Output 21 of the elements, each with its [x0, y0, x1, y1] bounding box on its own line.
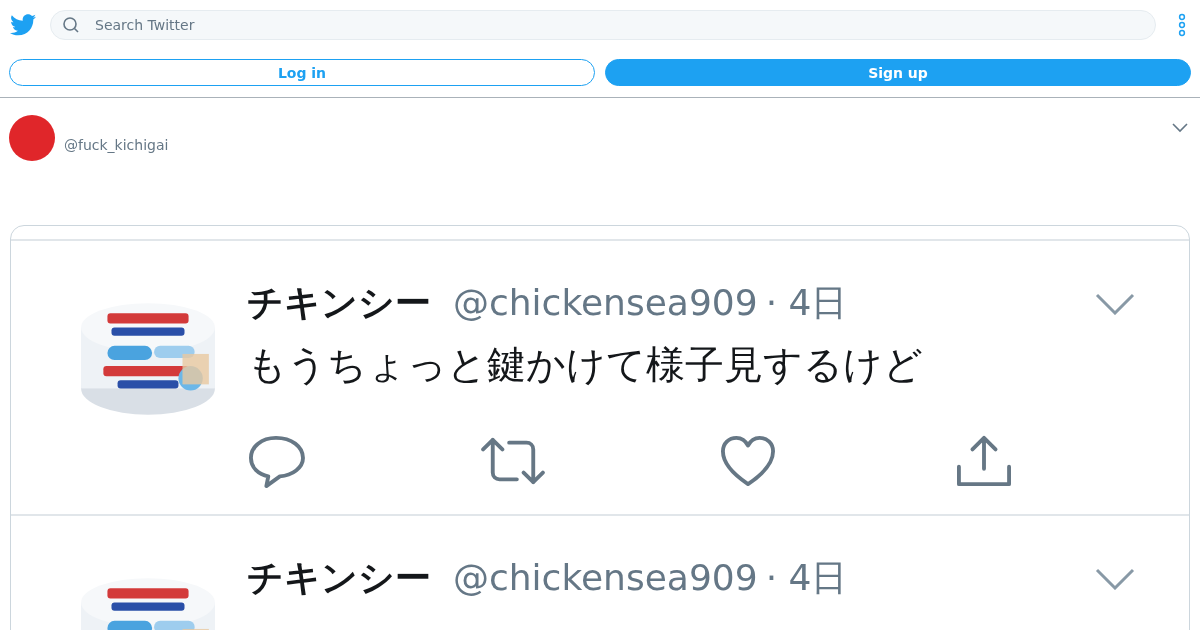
share-icon[interactable]	[955, 434, 1013, 488]
avatar[interactable]	[9, 115, 55, 161]
log-in-button[interactable]: Log in	[9, 59, 595, 86]
tweet-handle: @chickensea909	[453, 557, 758, 598]
tweet-time: · 4日	[765, 556, 848, 600]
media-card[interactable]: チキンシー @chickensea909 · 4日 もうちょっと鍵かけて様子見するけど チキンシー @chickensea909 · 4日	[10, 225, 1190, 630]
search-field[interactable]: Search Twitter	[50, 9, 1156, 40]
more-icon[interactable]	[1178, 12, 1186, 37]
tweet-handle: @chickensea909	[453, 282, 758, 323]
chevron-down-icon[interactable]	[1172, 123, 1188, 133]
tweet-author-name: チキンシー	[247, 556, 431, 600]
sign-up-button[interactable]: Sign up	[605, 59, 1191, 86]
tweet-time: · 4日	[765, 281, 848, 325]
user-handle[interactable]: @fuck_kichigai	[64, 137, 1163, 153]
reply-icon[interactable]	[247, 434, 305, 488]
chevron-down-icon	[1095, 292, 1135, 315]
tweet-author-name: チキンシー	[247, 281, 431, 325]
heart-icon[interactable]	[719, 434, 777, 488]
tweet-text: もうちょっと鍵かけて様子見するけど	[247, 341, 924, 389]
bird-logo-icon[interactable]	[10, 13, 36, 36]
chevron-down-icon	[1095, 567, 1135, 590]
